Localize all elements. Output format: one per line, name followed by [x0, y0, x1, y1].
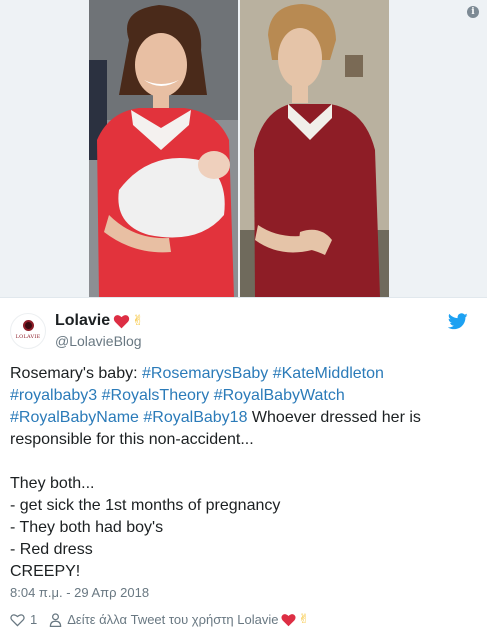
user-icon [50, 612, 62, 627]
tweet-line-prefix: Rosemary's baby: [10, 365, 142, 382]
info-icon[interactable]: i [467, 6, 479, 18]
tweet-line: They both... [10, 475, 95, 492]
tweet-line-suffix: Whoever dressed her is [247, 409, 421, 426]
tweet-line: - Red dress [10, 541, 93, 558]
more-tweets-link[interactable]: Δείτε άλλα Tweet του χρήστη Lolavie [67, 612, 278, 627]
twitter-bird-icon[interactable] [448, 313, 468, 330]
tweet-line: responsible for this non-accident... [10, 431, 254, 448]
hashtag-link[interactable]: #RosemarysBaby [142, 365, 268, 382]
user-handle[interactable]: @LolavieBlog [55, 333, 142, 349]
red-heart-icon [281, 613, 296, 626]
display-name[interactable]: Lolavie [55, 312, 110, 330]
tweet-text: Rosemary's baby: #RosemarysBaby #KateMid… [10, 363, 470, 583]
hashtag-link[interactable]: #KateMiddleton [273, 365, 384, 382]
victory-hand-icon: ✌ [132, 313, 144, 329]
avatar[interactable]: LOLAVIE [10, 313, 46, 349]
author-name-row[interactable]: Lolavie ✌ [55, 312, 144, 330]
photo-right[interactable] [240, 0, 389, 297]
tweet-media[interactable]: i [0, 0, 487, 297]
tweet-line: - get sick the 1st months of pregnancy [10, 497, 281, 514]
media-divider [0, 297, 487, 298]
tweet-actions: 1 Δείτε άλλα Tweet του χρήστη Lolavie ✌ [10, 612, 309, 627]
hashtag-link[interactable]: #RoyalBaby18 [143, 409, 247, 426]
heart-outline-icon[interactable] [10, 613, 25, 627]
hashtag-link[interactable]: #royalbaby3 [10, 387, 97, 404]
tweet-line: CREEPY! [10, 563, 81, 580]
avatar-logo-mark [23, 320, 34, 331]
avatar-logo-text: LOLAVIE [15, 334, 41, 340]
tweet-line: - They both had boy's [10, 519, 164, 536]
hashtag-link[interactable]: #RoyalBabyName [10, 409, 139, 426]
hashtag-link[interactable]: #RoyalsTheory [102, 387, 210, 404]
photo-left[interactable] [89, 0, 238, 297]
hashtag-link[interactable]: #RoyalBabyWatch [214, 387, 345, 404]
like-count[interactable]: 1 [30, 612, 37, 627]
tweet-timestamp[interactable]: 8:04 π.μ. - 29 Απρ 2018 [10, 585, 149, 600]
red-heart-icon [113, 314, 130, 328]
victory-hand-icon: ✌ [298, 612, 310, 627]
